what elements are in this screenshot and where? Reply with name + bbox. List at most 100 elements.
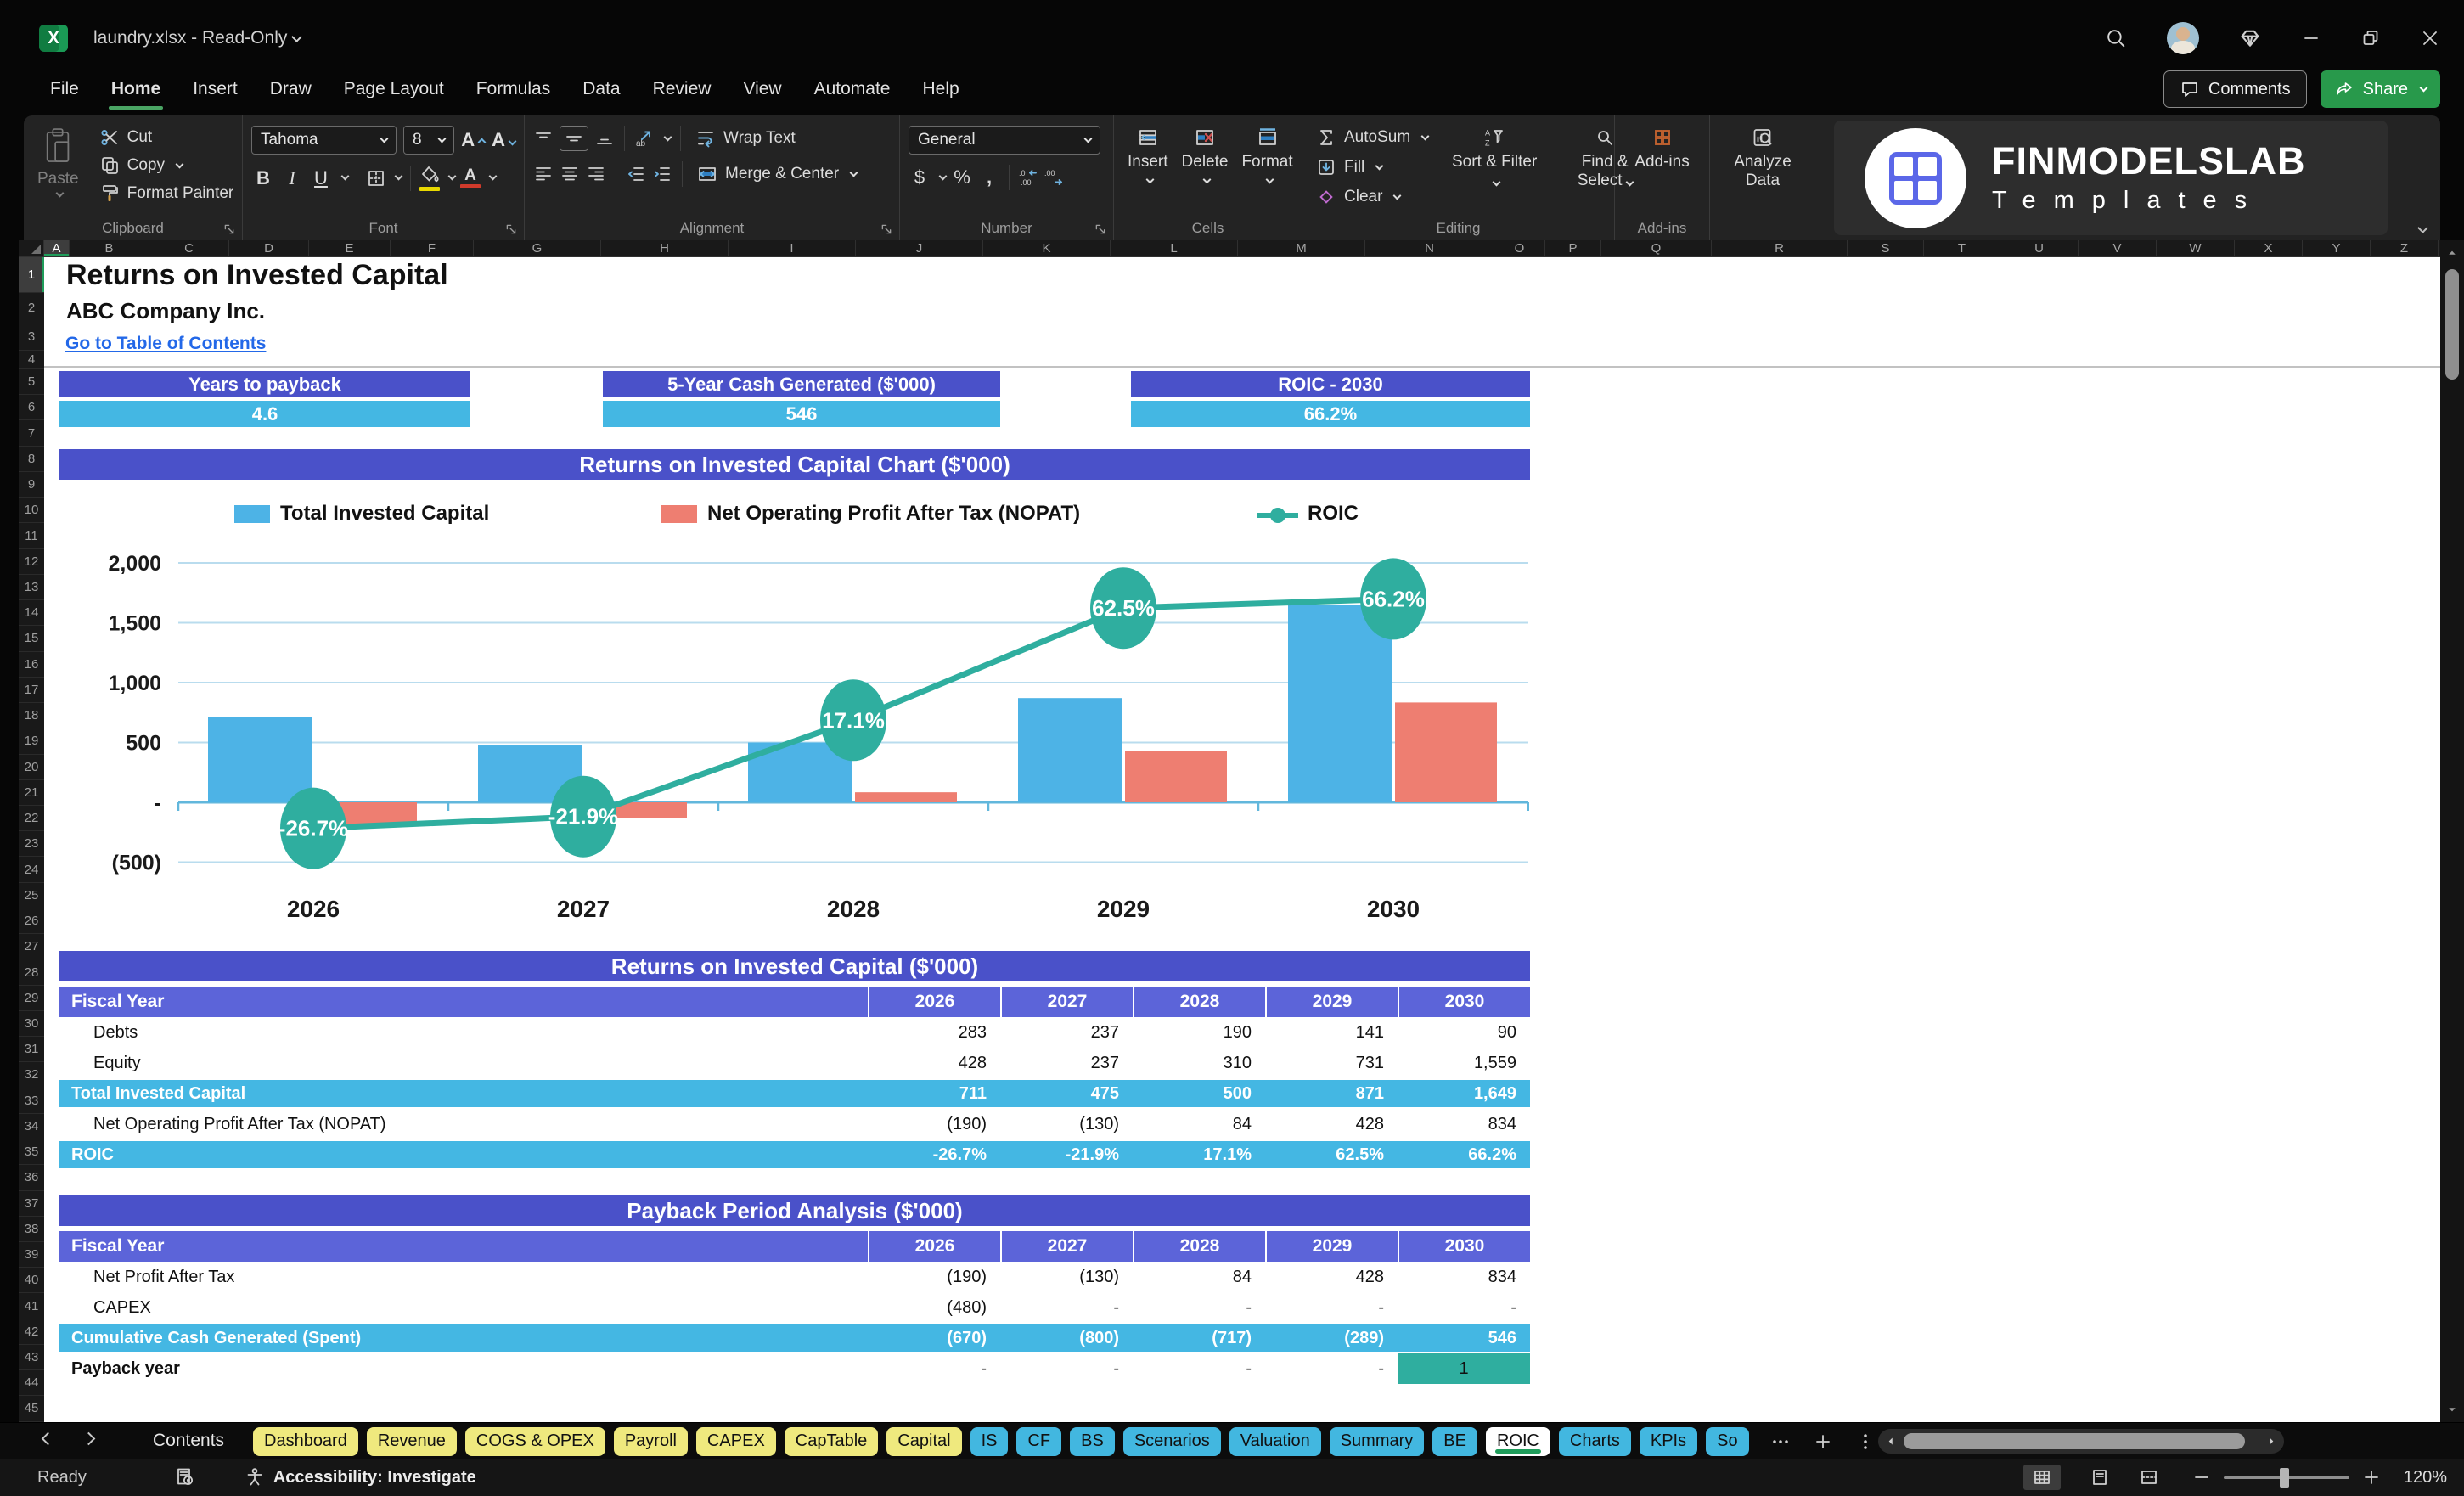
scroll-right-icon[interactable] (2264, 1435, 2277, 1448)
row-header-12[interactable]: 12 (19, 549, 44, 575)
accessibility-status[interactable]: Accessibility: Investigate (273, 1468, 476, 1488)
font-size-select[interactable]: 8 (403, 126, 455, 155)
column-header-M[interactable]: M (1238, 240, 1365, 256)
row-header-38[interactable]: 38 (19, 1217, 44, 1242)
percent-style-button[interactable]: % (951, 166, 973, 188)
search-icon[interactable] (2105, 27, 2128, 50)
column-header-I[interactable]: I (729, 240, 856, 256)
scroll-down-icon[interactable] (2446, 1403, 2458, 1415)
row-header-16[interactable]: 16 (19, 652, 44, 678)
row-header-6[interactable]: 6 (19, 395, 44, 421)
restore-button[interactable] (2360, 28, 2381, 48)
column-header-Y[interactable]: Y (2303, 240, 2371, 256)
sheet-tab-dashboard[interactable]: Dashboard (253, 1426, 358, 1456)
sheet-tab-is[interactable]: IS (970, 1426, 1009, 1456)
menu-tab-help[interactable]: Help (906, 63, 975, 115)
row-header-7[interactable]: 7 (19, 420, 44, 447)
alignment-dialog-launcher-icon[interactable] (880, 222, 893, 236)
sheet-tab-be[interactable]: BE (1432, 1426, 1477, 1456)
row-header-22[interactable]: 22 (19, 806, 44, 832)
column-header-L[interactable]: L (1111, 240, 1238, 256)
row-header-45[interactable]: 45 (19, 1396, 44, 1422)
format-cells-button[interactable]: Format (1236, 126, 1297, 184)
sheet-options-icon[interactable] (1855, 1431, 1876, 1452)
close-button[interactable] (2420, 28, 2440, 48)
delete-cells-button[interactable]: Delete (1177, 126, 1234, 184)
sheet-tab-charts[interactable]: Charts (1558, 1426, 1631, 1456)
column-header-F[interactable]: F (391, 240, 474, 256)
row-header-39[interactable]: 39 (19, 1242, 44, 1268)
row-header-42[interactable]: 42 (19, 1319, 44, 1345)
align-center-button[interactable] (560, 164, 580, 184)
autosum-button[interactable]: AutoSum (1311, 126, 1433, 149)
sheet-canvas[interactable]: Returns on Invested Capital ABC Company … (44, 257, 2440, 1422)
page-layout-view-icon[interactable] (2090, 1467, 2110, 1488)
row-header-24[interactable]: 24 (19, 857, 44, 883)
sheet-tab-contents[interactable]: Contents (153, 1431, 224, 1451)
column-header-W[interactable]: W (2157, 240, 2235, 256)
row-header-5[interactable]: 5 (19, 369, 44, 396)
vertical-scrollbar[interactable] (2440, 240, 2464, 1422)
vertical-scroll-thumb[interactable] (2445, 269, 2459, 380)
bold-button[interactable]: B (251, 167, 275, 189)
column-header-C[interactable]: C (149, 240, 229, 256)
row-header-19[interactable]: 19 (19, 728, 44, 755)
sheet-tab-capex[interactable]: CAPEX (695, 1426, 776, 1456)
sheet-tab-cf[interactable]: CF (1016, 1426, 1062, 1456)
clipboard-dialog-launcher-icon[interactable] (222, 222, 236, 236)
sheet-tab-kpis[interactable]: KPIs (1639, 1426, 1698, 1456)
row-header-44[interactable]: 44 (19, 1370, 44, 1397)
zoom-slider[interactable] (2223, 1467, 2349, 1488)
merge-center-button[interactable]: Merge & Center (692, 162, 862, 186)
select-all-corner[interactable] (19, 240, 44, 257)
row-header-32[interactable]: 32 (19, 1062, 44, 1088)
sheet-tab-scenarios[interactable]: Scenarios (1122, 1426, 1221, 1456)
increase-indent-button[interactable] (652, 164, 672, 184)
menu-tab-home[interactable]: Home (95, 63, 177, 115)
sheet-tab-payroll[interactable]: Payroll (613, 1426, 688, 1456)
menu-tab-file[interactable]: File (34, 63, 95, 115)
wrap-text-button[interactable]: Wrap Text (690, 127, 801, 150)
column-header-D[interactable]: D (229, 240, 309, 256)
horizontal-scrollbar[interactable] (1878, 1429, 2284, 1454)
comma-style-button[interactable]: , (978, 166, 1000, 188)
column-header-H[interactable]: H (601, 240, 729, 256)
copy-button[interactable]: Copy (94, 154, 239, 177)
row-header-41[interactable]: 41 (19, 1293, 44, 1319)
increase-decimal-button[interactable]: .00 (1044, 167, 1064, 188)
zoom-slider-thumb[interactable] (2279, 1467, 2289, 1488)
menu-tab-automate[interactable]: Automate (798, 63, 907, 115)
row-header-15[interactable]: 15 (19, 626, 44, 652)
column-header-R[interactable]: R (1712, 240, 1848, 256)
premium-gem-icon[interactable] (2238, 26, 2262, 50)
menu-tab-data[interactable]: Data (566, 63, 636, 115)
zoom-in-button[interactable] (2361, 1467, 2382, 1488)
row-header-35[interactable]: 35 (19, 1139, 44, 1166)
decrease-indent-button[interactable] (626, 164, 646, 184)
number-dialog-launcher-icon[interactable] (1094, 222, 1107, 236)
accessibility-icon[interactable] (245, 1467, 265, 1488)
scroll-left-icon[interactable] (1885, 1435, 1898, 1448)
cut-button[interactable]: Cut (94, 126, 239, 149)
orientation-button[interactable]: ab (634, 128, 655, 149)
format-painter-button[interactable]: Format Painter (94, 182, 239, 205)
row-header-18[interactable]: 18 (19, 703, 44, 729)
macro-record-icon[interactable] (175, 1467, 195, 1488)
row-header-2[interactable]: 2 (19, 293, 44, 323)
more-sheets-icon[interactable] (1770, 1431, 1791, 1452)
sheet-tab-summary[interactable]: Summary (1329, 1426, 1425, 1456)
row-header-36[interactable]: 36 (19, 1165, 44, 1191)
share-button[interactable]: Share (2320, 70, 2440, 108)
sheet-tab-roic[interactable]: ROIC (1485, 1426, 1550, 1456)
row-header-31[interactable]: 31 (19, 1037, 44, 1063)
row-header-4[interactable]: 4 (19, 351, 44, 369)
sort-filter-button[interactable]: A Z Sort & Filter (1445, 126, 1544, 193)
column-header-S[interactable]: S (1848, 240, 1924, 256)
align-top-button[interactable] (533, 128, 554, 149)
font-color-button[interactable]: A (460, 167, 481, 188)
row-header-13[interactable]: 13 (19, 575, 44, 601)
insert-cells-button[interactable]: Insert (1122, 126, 1173, 184)
align-middle-button[interactable] (560, 126, 588, 151)
row-header-34[interactable]: 34 (19, 1114, 44, 1140)
comments-button[interactable]: Comments (2163, 70, 2307, 108)
